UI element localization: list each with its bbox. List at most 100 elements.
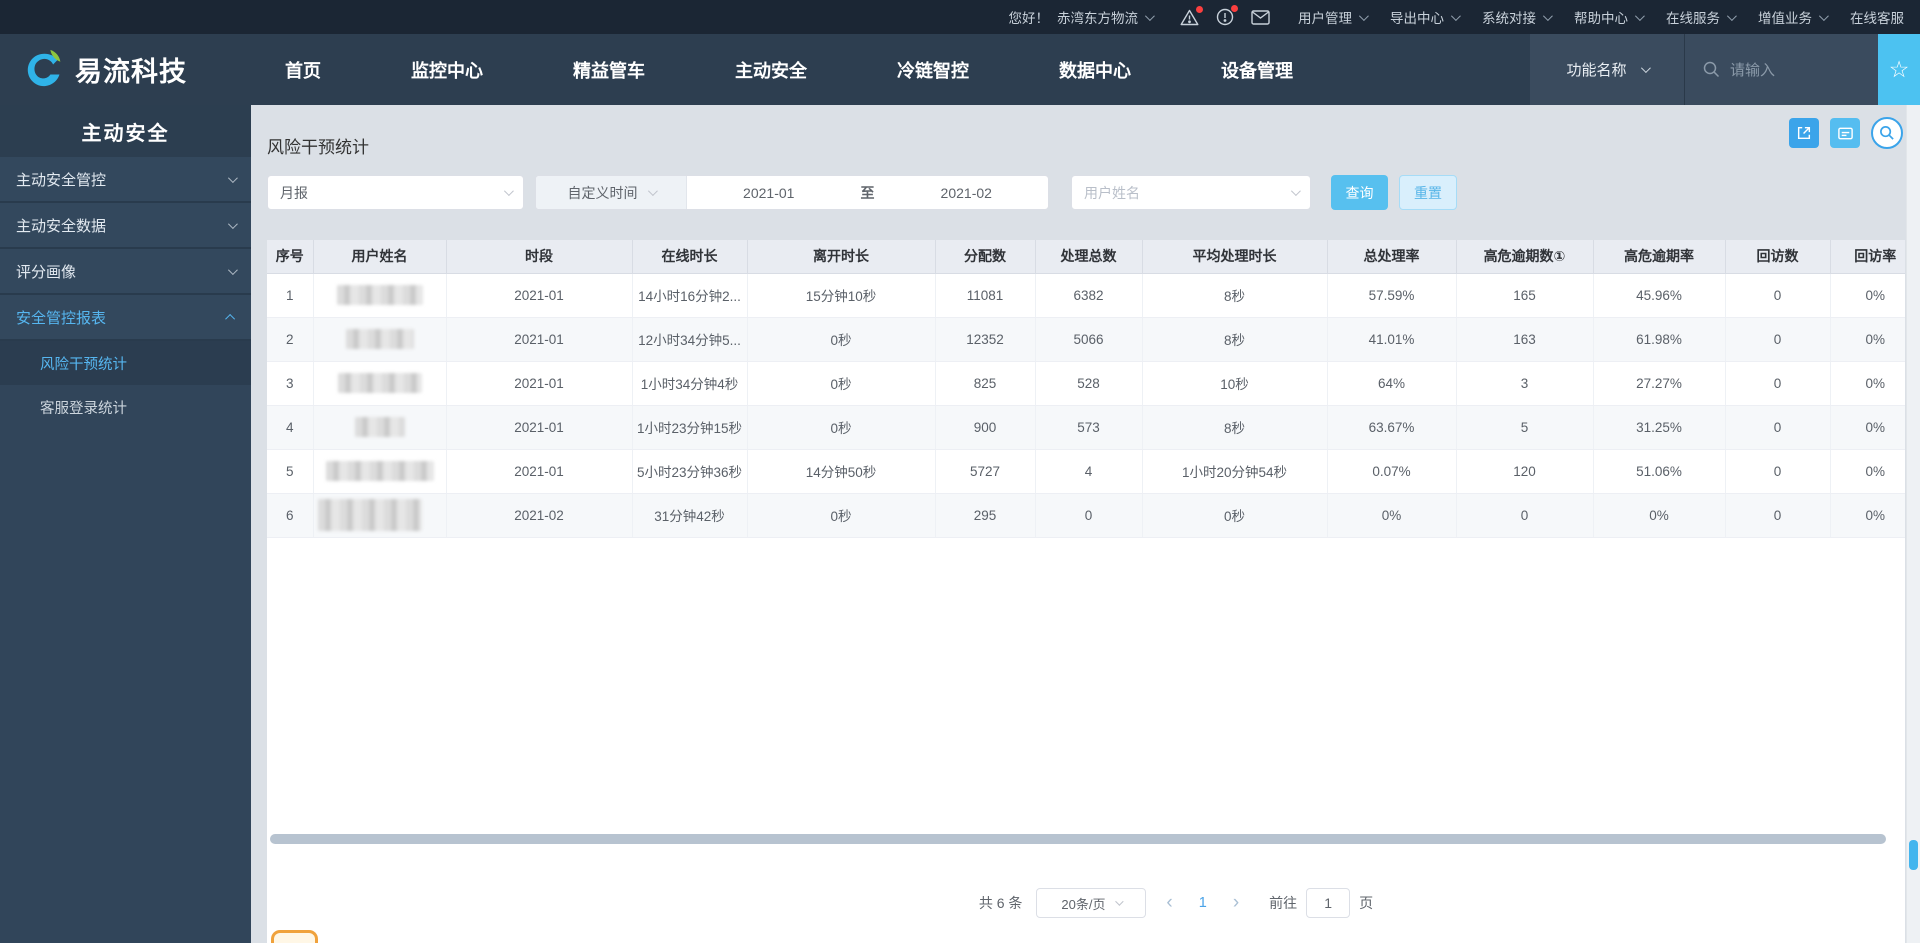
- topbar-menu-item[interactable]: 在线服务: [1666, 7, 1737, 27]
- table-cell: 0: [1725, 405, 1831, 450]
- nav-item[interactable]: 首页: [285, 57, 321, 83]
- nav-item[interactable]: 主动安全: [735, 57, 807, 83]
- table-row: 5 2021-01 5小时23分钟36秒 14分钟50秒 5727 4 1小时20分钟54秒…: [267, 449, 1905, 494]
- chevron-down-icon: [503, 186, 514, 197]
- report-type-select[interactable]: 月报: [267, 175, 524, 210]
- next-page-button[interactable]: ›: [1227, 892, 1245, 914]
- chevron-down-icon: [1726, 10, 1737, 21]
- time-mode-select[interactable]: 自定义时间: [536, 176, 687, 209]
- nav-item[interactable]: 监控中心: [411, 57, 483, 83]
- sidebar-subitem[interactable]: 风险干预统计: [0, 341, 251, 385]
- nav-item[interactable]: 设备管理: [1221, 57, 1293, 83]
- main-nav: 首页 监控中心 精益管车 主动安全 冷链智控 数据中心 设备管理: [285, 34, 1293, 105]
- favorite-star-button[interactable]: ☆: [1878, 34, 1920, 105]
- table-cell: 120: [1456, 449, 1594, 494]
- chevron-down-icon: [1115, 897, 1125, 906]
- sidebar-item[interactable]: 安全管控报表: [0, 295, 251, 341]
- user-name-cell: [313, 493, 447, 538]
- table-row: 4 2021-01 1小时23分钟15秒 0秒 900 573 8秒 63.67% 5 31.25…: [267, 405, 1905, 450]
- redacted-name: [345, 329, 414, 349]
- nav-item[interactable]: 精益管车: [573, 57, 645, 83]
- topbar-menu-label: 导出中心: [1390, 11, 1444, 26]
- alert-circle-icon[interactable]: [1216, 5, 1238, 26]
- table-cell: 2021-01: [446, 405, 633, 450]
- nav-item[interactable]: 冷链智控: [897, 57, 969, 83]
- table-cell: 6382: [1035, 273, 1143, 318]
- statistics-table: 序号 用户姓名 时段 在线时长 离开时长 分配数 处理总数 平均处理时长 总处理率 高危逾期数① 高…: [267, 240, 1905, 538]
- alert-triangle-icon[interactable]: [1180, 5, 1203, 26]
- topbar-menu-item[interactable]: 在线客服: [1850, 7, 1904, 27]
- table-cell: 0%: [1830, 493, 1905, 538]
- chevron-down-icon: [647, 186, 658, 197]
- redacted-name: [354, 417, 405, 437]
- table-cell: 8秒: [1142, 317, 1328, 362]
- table-cell: 0: [1725, 493, 1831, 538]
- vertical-scrollbar[interactable]: [1906, 105, 1920, 943]
- goto-page-input[interactable]: 1: [1306, 888, 1351, 918]
- topbar-menu-item[interactable]: 帮助中心: [1574, 7, 1645, 27]
- user-name-cell: [313, 405, 447, 450]
- table-cell: 2021-01: [446, 317, 633, 362]
- table-cell: 163: [1456, 317, 1594, 362]
- topbar-menu-item[interactable]: 系统对接: [1482, 7, 1553, 27]
- function-name-select[interactable]: 功能名称: [1530, 34, 1685, 105]
- table-cell: 0.07%: [1327, 449, 1457, 494]
- table-cell: 528: [1035, 361, 1143, 406]
- brand[interactable]: 易流科技: [22, 49, 187, 89]
- table-cell: 0%: [1327, 493, 1457, 538]
- table-cell: 2021-01: [446, 361, 633, 406]
- sidebar-item[interactable]: 主动安全管控: [0, 157, 251, 203]
- date-to-input[interactable]: 2021-02: [885, 185, 1049, 201]
- column-header: 回访数: [1725, 240, 1831, 274]
- topbar-menu-item[interactable]: 用户管理: [1298, 7, 1369, 27]
- reset-button[interactable]: 重置: [1399, 175, 1457, 210]
- redacted-name: [325, 461, 434, 481]
- horizontal-scrollbar-thumb[interactable]: [270, 834, 1886, 844]
- table-row: 2 2021-01 12小时34分钟5... 0秒 12352 5066 8秒 41.01% 1…: [267, 317, 1905, 362]
- topbar-icons: [1180, 5, 1270, 26]
- user-name-placeholder: 用户姓名: [1084, 184, 1140, 201]
- table-cell: 1: [267, 273, 314, 318]
- company-selector[interactable]: 赤湾东方物流: [1057, 7, 1155, 27]
- sidebar-item-label: 主动安全管控: [16, 171, 107, 189]
- page-size-select[interactable]: 20条/页: [1036, 888, 1147, 918]
- nav-item[interactable]: 数据中心: [1059, 57, 1131, 83]
- report-card-button[interactable]: [1830, 118, 1860, 148]
- column-header: 高危逾期率: [1593, 240, 1726, 274]
- sidebar-item[interactable]: 评分画像: [0, 249, 251, 295]
- sidebar-item-label: 主动安全数据: [16, 217, 107, 235]
- query-button[interactable]: 查询: [1331, 175, 1388, 210]
- table-cell: 8秒: [1142, 273, 1328, 318]
- current-page[interactable]: 1: [1193, 895, 1213, 911]
- nav-search-input[interactable]: 请输入: [1685, 34, 1878, 105]
- column-header: 分配数: [935, 240, 1036, 274]
- search-icon: [1703, 61, 1720, 78]
- table-cell: 4: [1035, 449, 1143, 494]
- search-toggle-button[interactable]: [1871, 117, 1903, 149]
- mail-icon[interactable]: [1251, 9, 1270, 25]
- date-from-input[interactable]: 2021-01: [687, 185, 851, 201]
- chevron-down-icon: [1640, 63, 1651, 74]
- table-cell: 1小时20分钟54秒: [1142, 449, 1328, 494]
- vertical-scrollbar-thumb[interactable]: [1909, 840, 1918, 870]
- table-scroll-container[interactable]: 序号 用户姓名 时段 在线时长 离开时长 分配数 处理总数 平均处理时长 总处理率 高危逾期数① 高…: [267, 240, 1905, 832]
- horizontal-scrollbar[interactable]: [270, 834, 1902, 844]
- floating-widget-peek[interactable]: [271, 930, 318, 943]
- goto-label: 前往: [1269, 895, 1298, 911]
- sidebar-item[interactable]: 主动安全数据: [0, 203, 251, 249]
- table-cell: 0: [1725, 273, 1831, 318]
- column-header: 离开时长: [747, 240, 936, 274]
- prev-page-button[interactable]: ‹: [1160, 892, 1178, 914]
- table-cell: 5066: [1035, 317, 1143, 362]
- topbar-menu-item[interactable]: 导出中心: [1390, 7, 1461, 27]
- external-link-button[interactable]: [1789, 118, 1819, 148]
- user-name-cell: [313, 449, 447, 494]
- topbar-menu-item[interactable]: 增值业务: [1758, 7, 1829, 27]
- user-name-select[interactable]: 用户姓名: [1071, 175, 1311, 210]
- column-header: 总处理率: [1327, 240, 1457, 274]
- sidebar-submenu: 风险干预统计 客服登录统计: [0, 341, 251, 429]
- table-cell: 0: [1725, 361, 1831, 406]
- sidebar-subitem[interactable]: 客服登录统计: [0, 385, 251, 429]
- chevron-up-icon: [225, 313, 236, 324]
- table-cell: 41.01%: [1327, 317, 1457, 362]
